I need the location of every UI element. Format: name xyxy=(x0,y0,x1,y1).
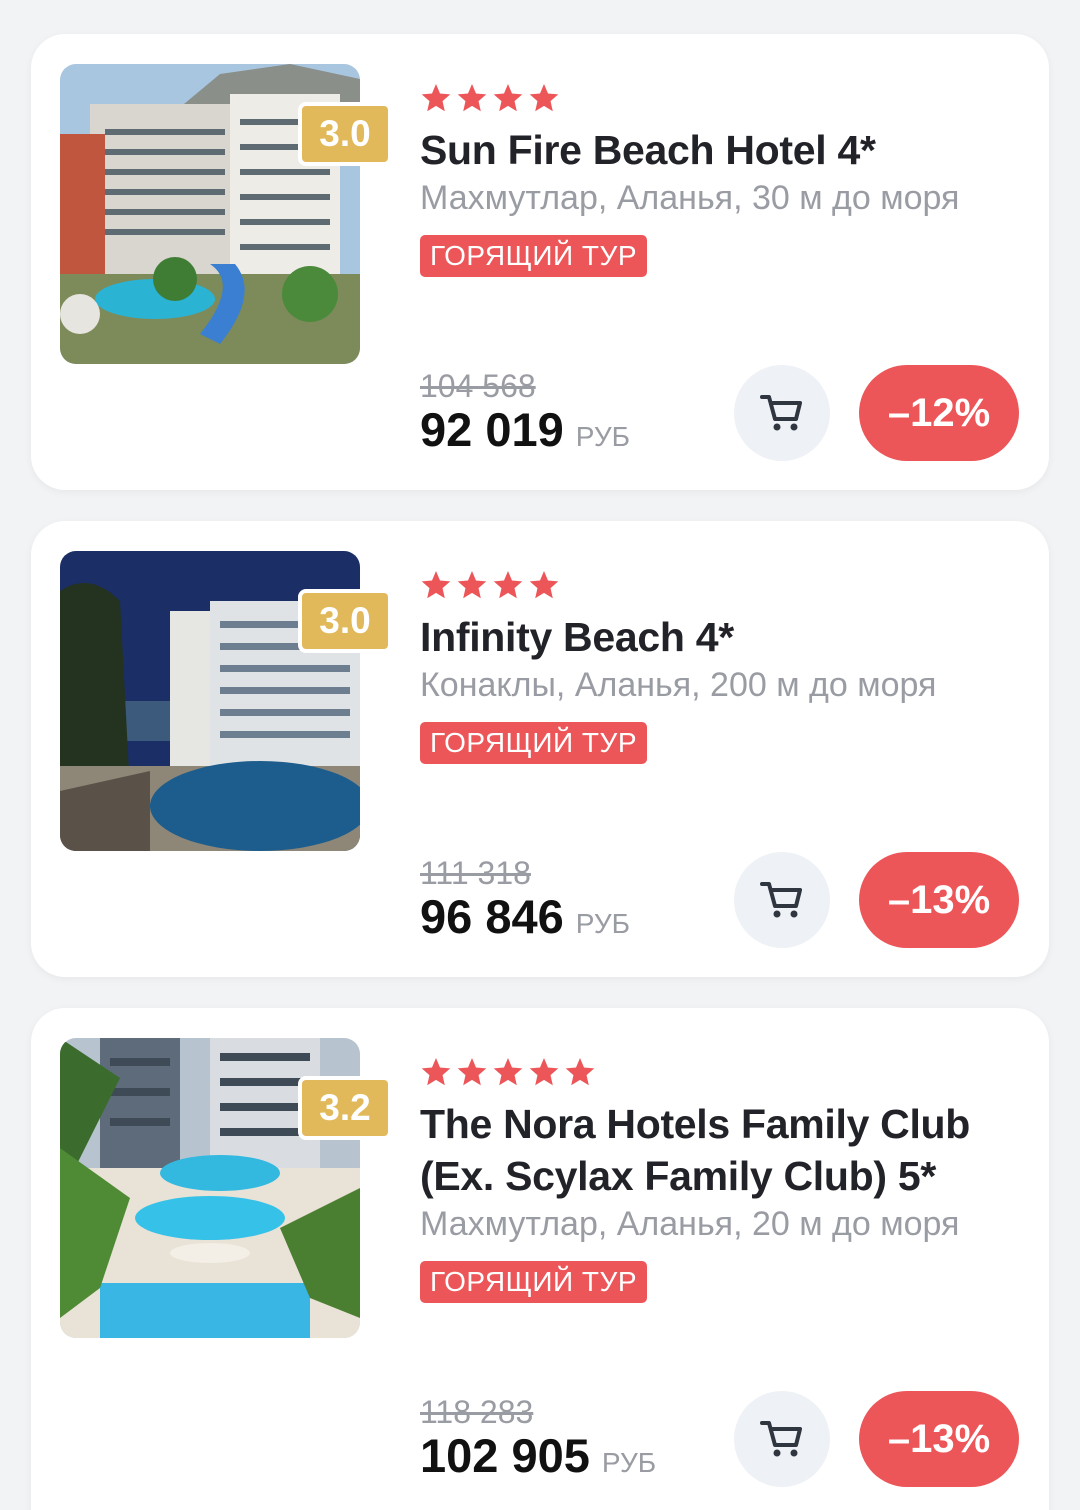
hot-tour-badge: ГОРЯЩИЙ ТУР xyxy=(420,722,647,764)
cart-icon xyxy=(760,882,802,918)
hotel-name[interactable]: The Nora Hotels Family Club (Ex. Scylax … xyxy=(420,1098,1020,1202)
star-icon xyxy=(493,571,523,599)
discount-button[interactable]: –13% xyxy=(859,852,1019,948)
star-rating xyxy=(420,567,1020,603)
currency-label: РУБ xyxy=(575,908,630,939)
current-price: 96 846 xyxy=(420,890,564,943)
star-icon xyxy=(493,1058,523,1086)
add-to-cart-button[interactable] xyxy=(734,365,830,461)
old-price: 118 283 xyxy=(420,1394,534,1430)
star-icon xyxy=(457,571,487,599)
star-icon xyxy=(529,1058,559,1086)
discount-button[interactable]: –13% xyxy=(859,1391,1019,1487)
currency-label: РУБ xyxy=(575,421,630,452)
rating-badge: 3.2 xyxy=(298,1076,392,1140)
current-price: 92 019 xyxy=(420,403,564,456)
hotel-card[interactable]: 3.2 The Nora Hotels Family Club (Ex. Scy… xyxy=(31,1008,1049,1510)
star-icon xyxy=(421,1058,451,1086)
currency-label: РУБ xyxy=(601,1447,657,1478)
hotel-location: Конаклы, Аланья, 200 м до моря xyxy=(420,666,937,704)
star-icon xyxy=(421,571,451,599)
star-rating xyxy=(420,1054,1020,1090)
star-icon xyxy=(565,1058,595,1086)
rating-badge: 3.0 xyxy=(298,589,392,653)
star-icon xyxy=(529,571,559,599)
star-icon xyxy=(493,84,523,112)
old-price: 104 568 xyxy=(420,368,536,404)
price-block: 111 318 96 846 РУБ xyxy=(420,855,630,943)
price-block: 118 283 102 905 РУБ xyxy=(420,1394,656,1482)
hot-tour-badge: ГОРЯЩИЙ ТУР xyxy=(420,235,647,277)
hotel-info: The Nora Hotels Family Club (Ex. Scylax … xyxy=(420,1054,1020,1303)
hotel-info: Infinity Beach 4* Конаклы, Аланья, 200 м… xyxy=(420,567,1020,764)
star-rating xyxy=(420,80,1020,116)
current-price: 102 905 xyxy=(420,1429,590,1482)
add-to-cart-button[interactable] xyxy=(734,852,830,948)
discount-button[interactable]: –12% xyxy=(859,365,1019,461)
hot-tour-badge: ГОРЯЩИЙ ТУР xyxy=(420,1261,647,1303)
cart-icon xyxy=(760,395,802,431)
star-icon xyxy=(529,84,559,112)
hotel-info: Sun Fire Beach Hotel 4* Махмутлар, Алань… xyxy=(420,80,1020,277)
old-price: 111 318 xyxy=(420,855,531,891)
hotel-location: Махмутлар, Аланья, 20 м до моря xyxy=(420,1205,960,1243)
hotel-card[interactable]: 3.0 Infinity Beach 4* Конаклы, Аланья, 2… xyxy=(31,521,1049,977)
hotel-card[interactable]: 3.0 Sun Fire Beach Hotel 4* Махмутлар, А… xyxy=(31,34,1049,490)
rating-badge: 3.0 xyxy=(298,102,392,166)
cart-icon xyxy=(760,1421,802,1457)
star-icon xyxy=(421,84,451,112)
add-to-cart-button[interactable] xyxy=(734,1391,830,1487)
star-icon xyxy=(457,1058,487,1086)
hotel-location: Махмутлар, Аланья, 30 м до моря xyxy=(420,179,960,217)
hotel-name[interactable]: Infinity Beach 4* xyxy=(420,611,1020,663)
hotel-name[interactable]: Sun Fire Beach Hotel 4* xyxy=(420,124,1020,176)
star-icon xyxy=(457,84,487,112)
price-block: 104 568 92 019 РУБ xyxy=(420,368,630,456)
